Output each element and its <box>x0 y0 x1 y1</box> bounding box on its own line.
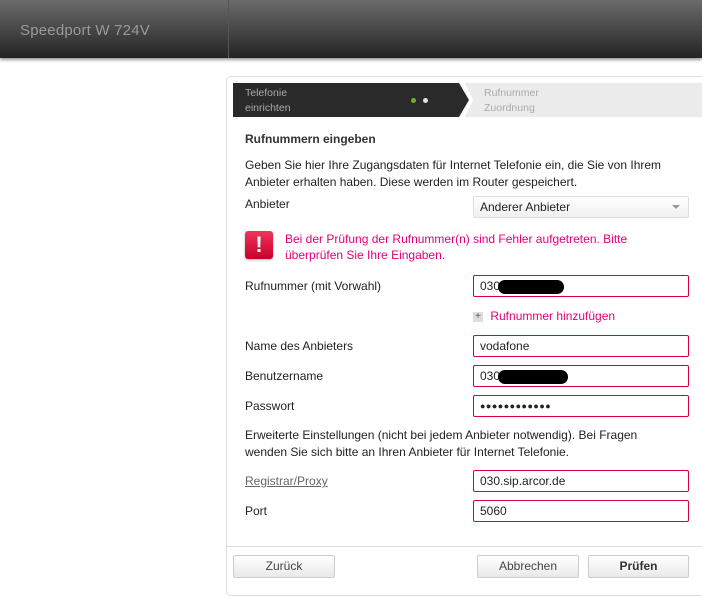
step-arrow-graphic <box>233 83 702 117</box>
advanced-text: Erweiterte Einstellungen (nicht bei jede… <box>245 428 638 459</box>
provider-name-input[interactable]: vodafone <box>473 335 689 357</box>
chevron-down-icon <box>672 205 680 209</box>
number-input[interactable]: 030 <box>473 275 689 297</box>
intro-text: Geben Sie hier Ihre Zugangsdaten für Int… <box>245 158 662 189</box>
password-label: Passwort <box>245 399 295 413</box>
step-telefonie: Telefonie einrichten <box>245 87 291 114</box>
username-input[interactable]: 030 <box>473 365 689 387</box>
cancel-button[interactable]: Abbrechen <box>477 555 579 578</box>
redaction-mark <box>498 279 565 294</box>
progress-dot-pending <box>423 98 428 103</box>
add-number-link[interactable]: + Rufnummer hinzufügen <box>473 309 615 323</box>
number-value: 030 <box>480 279 501 293</box>
step-rufnummer-zuordnung: Rufnummer Zuordnung <box>484 87 539 114</box>
username-label: Benutzername <box>245 369 324 383</box>
plus-icon: + <box>473 311 483 322</box>
provider-label: Anbieter <box>245 197 290 211</box>
section-title: Rufnummern eingeben <box>245 132 376 146</box>
footer-divider <box>227 546 702 547</box>
password-input[interactable]: ●●●●●●●●●●●● <box>473 395 689 417</box>
header-bar: Speedport W 724V <box>0 0 702 58</box>
port-label: Port <box>245 504 268 518</box>
error-message: Bei der Prüfung der Rufnummer(n) sind Fe… <box>285 232 628 262</box>
port-input[interactable]: 5060 <box>473 500 689 522</box>
name-label: Name des Anbieters <box>245 339 354 353</box>
registrar-label-link[interactable]: Registrar/Proxy <box>245 474 328 488</box>
back-button[interactable]: Zurück <box>233 555 335 578</box>
error-icon: ! <box>245 231 273 259</box>
add-number-label: Rufnummer hinzufügen <box>490 309 616 323</box>
redaction-mark <box>498 369 569 384</box>
step-indicator: Telefonie einrichten Rufnummer Zuordnung <box>233 83 702 117</box>
username-value: 030 <box>480 369 501 383</box>
registrar-input[interactable]: 030.sip.arcor.de <box>473 470 689 492</box>
progress-dot-done <box>411 98 416 103</box>
check-button[interactable]: Prüfen <box>588 555 689 578</box>
provider-select-value: Anderer Anbieter <box>480 200 571 214</box>
header-divider <box>228 0 229 58</box>
number-label: Rufnummer (mit Vorwahl) <box>245 279 382 293</box>
provider-select[interactable]: Anderer Anbieter <box>473 196 689 218</box>
brand-title: Speedport W 724V <box>20 22 150 39</box>
